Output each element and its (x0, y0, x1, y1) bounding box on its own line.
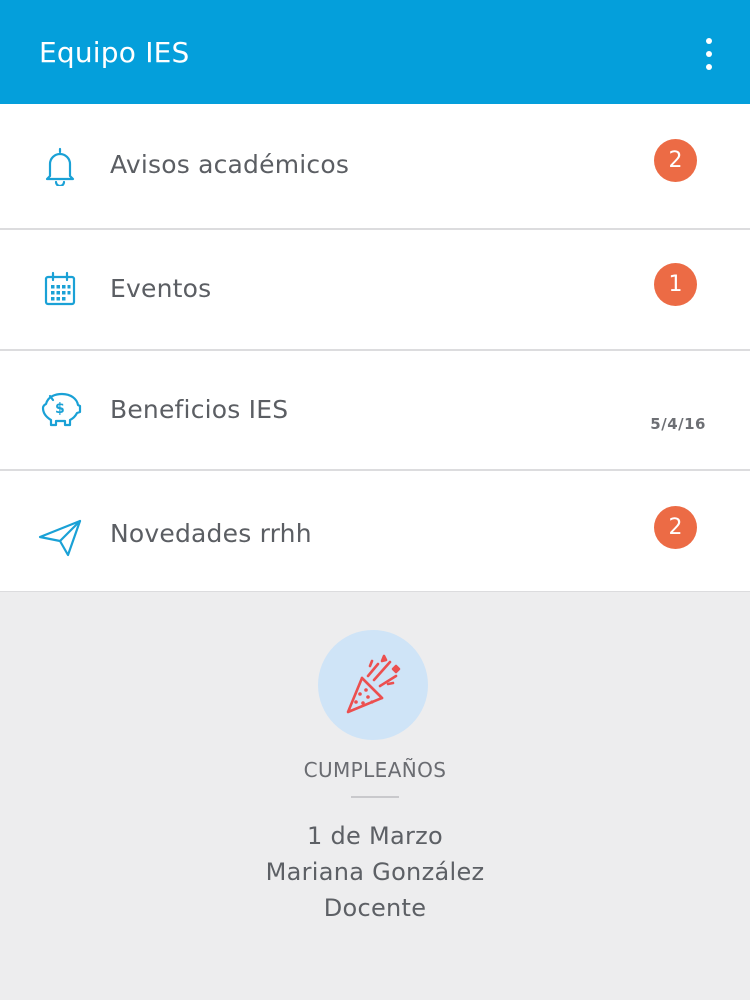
menu-item-avisos[interactable]: Avisos académicos 2 (0, 104, 750, 230)
calendar-icon (36, 265, 84, 313)
piggy-bank-icon: $ (36, 385, 84, 433)
paper-plane-icon (36, 513, 84, 561)
birthday-person-name: Mariana González (265, 858, 485, 886)
menu-dot (706, 51, 712, 57)
menu-item-label: Novedades rrhh (110, 519, 312, 548)
menu-item-eventos[interactable]: Eventos 1 (0, 230, 750, 351)
menu-item-label: Avisos académicos (110, 150, 350, 179)
bell-icon (36, 142, 84, 190)
party-popper-icon (318, 630, 428, 740)
menu-item-novedades[interactable]: Novedades rrhh 2 (0, 471, 750, 592)
svg-text:$: $ (55, 401, 65, 417)
birthday-person-role: Docente (323, 894, 427, 922)
menu-list: Avisos académicos 2 Eventos 1 $ Benefici… (0, 104, 750, 592)
notification-badge: 2 (654, 506, 697, 549)
menu-item-label: Eventos (110, 274, 212, 303)
birthday-section: CUMPLEAÑOS 1 de Marzo Mariana González D… (0, 592, 750, 1000)
more-vertical-icon[interactable] (698, 34, 720, 74)
divider (351, 796, 399, 798)
menu-item-beneficios[interactable]: $ Beneficios IES 5/4/16 (0, 351, 750, 471)
birthday-date: 1 de Marzo (306, 822, 444, 850)
menu-item-label: Beneficios IES (110, 395, 289, 424)
app-title: Equipo IES (39, 36, 190, 69)
notification-badge: 2 (654, 139, 697, 182)
birthday-heading: CUMPLEAÑOS (303, 758, 447, 782)
app-bar: Equipo IES (0, 0, 750, 104)
menu-dot (706, 64, 712, 70)
menu-dot (706, 38, 712, 44)
item-date: 5/4/16 (650, 415, 706, 433)
notification-badge: 1 (654, 263, 697, 306)
